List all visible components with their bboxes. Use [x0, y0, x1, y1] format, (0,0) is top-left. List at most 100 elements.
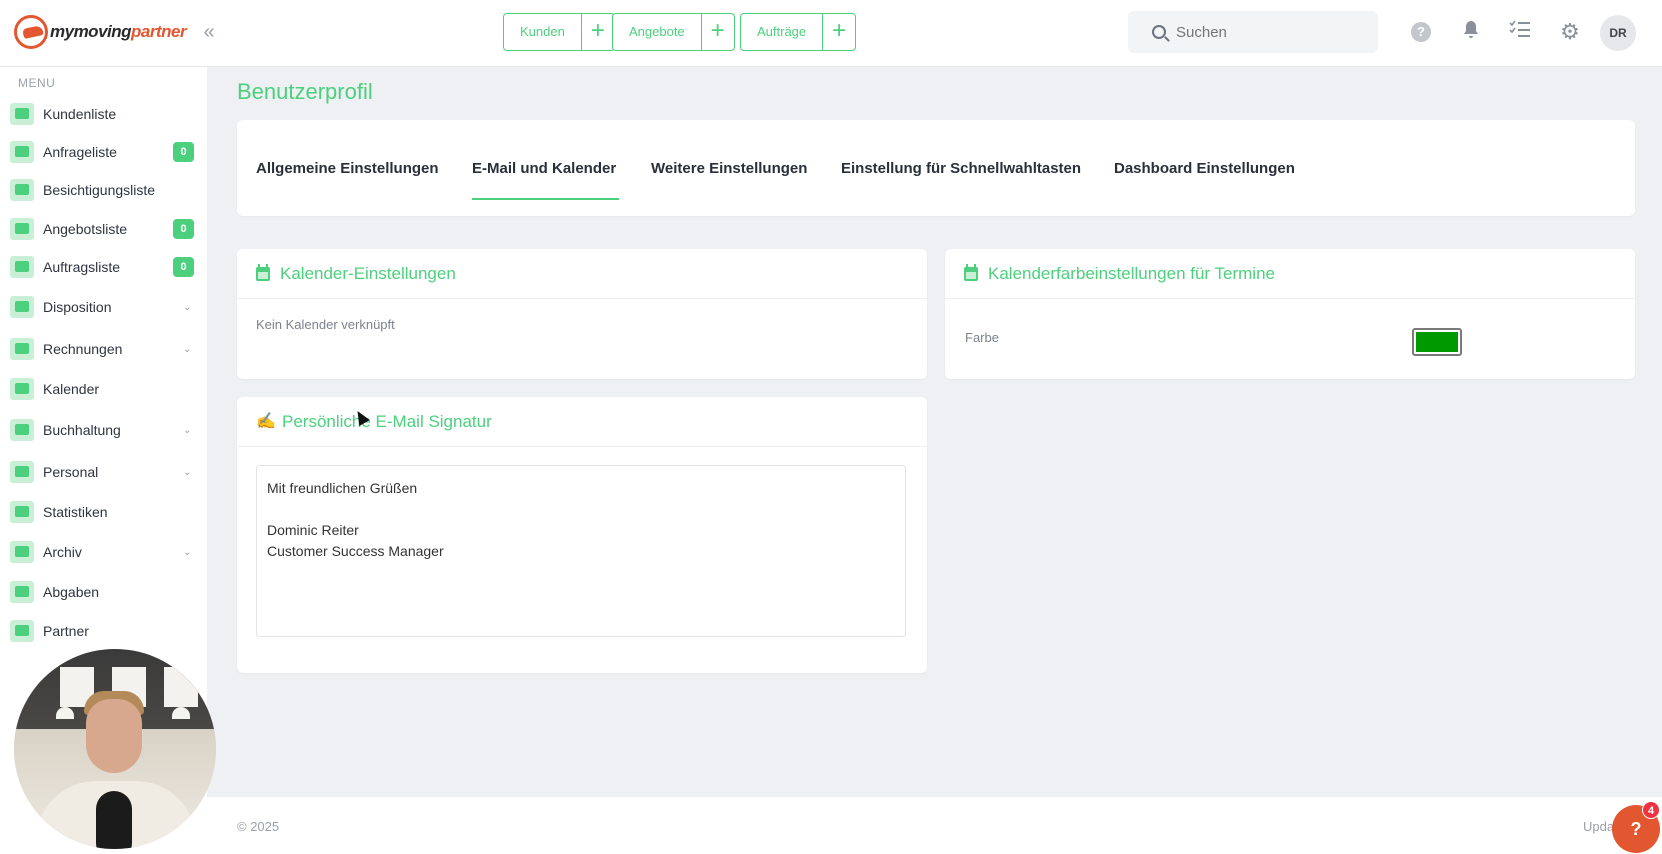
signature-line [267, 499, 895, 520]
tab-dashboard-einstellungen[interactable]: Dashboard Einstellungen [1114, 160, 1295, 177]
sidebar-item-label: Kundenliste [43, 106, 117, 122]
sidebar-item-label: Disposition [43, 299, 112, 315]
sidebar-item-label: Buchhaltung [43, 422, 121, 438]
update-text: Upda [1583, 819, 1615, 834]
tab-email-und-kalender[interactable]: E-Mail und Kalender [472, 160, 616, 177]
sidebar-item-kalender[interactable]: Kalender [0, 373, 207, 405]
sidebar-item-auftragsliste[interactable]: Auftragsliste 0 [0, 251, 207, 283]
sidebar-item-besichtigungsliste[interactable]: Besichtigungsliste [0, 174, 207, 206]
document-icon [10, 218, 34, 240]
sidebar-item-archiv[interactable]: Archiv ⌄ [0, 536, 207, 568]
calendar-color-card: Kalenderfarbeinstellungen für Termine Fa… [945, 249, 1635, 379]
webcam-overlay [14, 649, 216, 849]
chevron-down-icon: ⌄ [183, 424, 192, 436]
handshake-icon [10, 620, 34, 642]
add-kunde-icon[interactable]: + [582, 14, 614, 50]
sidebar-item-label: Personal [43, 464, 99, 480]
menu-label: MENU [18, 76, 56, 90]
sidebar-item-label: Rechnungen [43, 341, 123, 357]
calendar-icon [10, 378, 34, 400]
calculator-icon [10, 419, 34, 441]
archive-icon [10, 541, 34, 563]
calendar-icon [256, 263, 270, 281]
settings-tabs: Allgemeine Einstellungen E-Mail und Kale… [237, 120, 1635, 216]
footer: © 2025 Upda [207, 797, 1662, 854]
sidebar-item-label: Kalender [43, 381, 100, 397]
signature-line: Dominic Reiter [267, 522, 359, 538]
collapse-sidebar-icon[interactable]: « [196, 18, 222, 46]
sidebar-item-label: Abgaben [43, 584, 100, 600]
sidebar-item-label: Statistiken [43, 504, 108, 520]
calendar-icon [964, 263, 978, 281]
tab-allgemeine-einstellungen[interactable]: Allgemeine Einstellungen [256, 160, 439, 177]
app-logo[interactable]: mymovingpartner [14, 14, 190, 50]
card-header: Kalenderfarbeinstellungen für Termine [945, 249, 1635, 299]
logo-icon [14, 15, 48, 49]
color-swatch-fill [1416, 332, 1458, 352]
search-input[interactable] [1176, 23, 1366, 41]
help-icon[interactable]: ? [1411, 22, 1431, 42]
quick-action-angebote: Angebote + [612, 13, 735, 51]
signature-line: Customer Success Manager [267, 543, 444, 559]
add-angebot-icon[interactable]: + [702, 14, 734, 50]
sidebar-item-partner[interactable]: Partner [0, 615, 207, 647]
order-document-icon [10, 256, 34, 278]
sidebar-item-kundenliste[interactable]: Kundenliste [0, 98, 207, 130]
sidebar-item-disposition[interactable]: Disposition ⌄ [0, 291, 207, 323]
search-icon [1152, 25, 1166, 39]
count-badge: 0 [173, 257, 194, 277]
house-icon [10, 179, 34, 201]
task-list-icon[interactable] [1508, 20, 1532, 44]
card-title: Kalenderfarbeinstellungen für Termine [988, 263, 1275, 283]
quick-action-auftraege: Aufträge + [740, 13, 857, 51]
quick-action-kunden-button[interactable]: Kunden [504, 14, 582, 50]
tab-schnellwahltasten[interactable]: Einstellung für Schnellwahltasten [841, 160, 1081, 177]
sidebar-item-label: Besichtigungsliste [43, 182, 156, 198]
sidebar-item-abgaben[interactable]: Abgaben [0, 576, 207, 608]
search-bar [1128, 11, 1378, 53]
money-icon [10, 338, 34, 360]
email-signature-card: ✍ Persönliche E-Mail Signatur Mit freund… [237, 397, 927, 673]
settings-gear-icon[interactable]: ⚙ [1558, 20, 1582, 44]
active-tab-indicator [472, 198, 619, 200]
count-badge: 0 [173, 219, 194, 239]
card-title: Persönliche E-Mail Signatur [282, 411, 492, 431]
quick-action-angebote-button[interactable]: Angebote [613, 14, 702, 50]
sidebar-item-personal[interactable]: Personal ⌄ [0, 456, 207, 488]
calendar-settings-card: Kalender-Einstellungen Kein Kalender ver… [237, 249, 927, 379]
sidebar-item-label: Angebotsliste [43, 221, 128, 237]
chevron-down-icon: ⌄ [183, 546, 192, 558]
staff-icon [10, 461, 34, 483]
network-icon [10, 581, 34, 603]
color-label: Farbe [965, 330, 999, 345]
chevron-down-icon: ⌄ [183, 466, 192, 478]
add-auftrag-icon[interactable]: + [823, 14, 855, 50]
signature-line: Mit freundlichen Grüßen [267, 480, 418, 496]
signature-editor[interactable]: Mit freundlichen Grüßen Dominic Reiter C… [256, 465, 906, 637]
sidebar-item-label: Archiv [43, 544, 82, 560]
bell-icon[interactable] [1459, 20, 1483, 44]
tab-weitere-einstellungen[interactable]: Weitere Einstellungen [651, 160, 807, 177]
sidebar-item-label: Auftragsliste [43, 259, 121, 275]
sidebar-item-buchhaltung[interactable]: Buchhaltung ⌄ [0, 414, 207, 446]
sidebar-item-statistiken[interactable]: Statistiken [0, 496, 207, 528]
page-title: Benutzerprofil [237, 79, 373, 104]
color-picker[interactable] [1412, 328, 1462, 356]
sidebar-item-rechnungen[interactable]: Rechnungen ⌄ [0, 333, 207, 365]
card-header: Kalender-Einstellungen [237, 249, 927, 299]
calendar-status-text: Kein Kalender verknüpft [256, 317, 395, 332]
copyright-text: © 2025 [237, 819, 280, 834]
count-badge: 0 [173, 142, 194, 162]
sidebar-item-label: Anfrageliste [43, 144, 117, 160]
sidebar-item-anfrageliste[interactable]: Anfrageliste 0 [0, 136, 207, 168]
sidebar-item-label: Partner [43, 623, 89, 639]
user-avatar[interactable]: DR [1600, 15, 1636, 51]
notification-count-badge: 4 [1642, 801, 1660, 819]
statistics-icon [10, 501, 34, 523]
top-bar: mymovingpartner « Kunden + Angebote + Au… [0, 0, 1662, 67]
card-header: ✍ Persönliche E-Mail Signatur [237, 397, 927, 447]
gantt-chart-icon [10, 296, 34, 318]
sidebar-item-angebotsliste[interactable]: Angebotsliste 0 [0, 213, 207, 245]
chevron-down-icon: ⌄ [183, 301, 192, 313]
quick-action-auftraege-button[interactable]: Aufträge [741, 14, 824, 50]
